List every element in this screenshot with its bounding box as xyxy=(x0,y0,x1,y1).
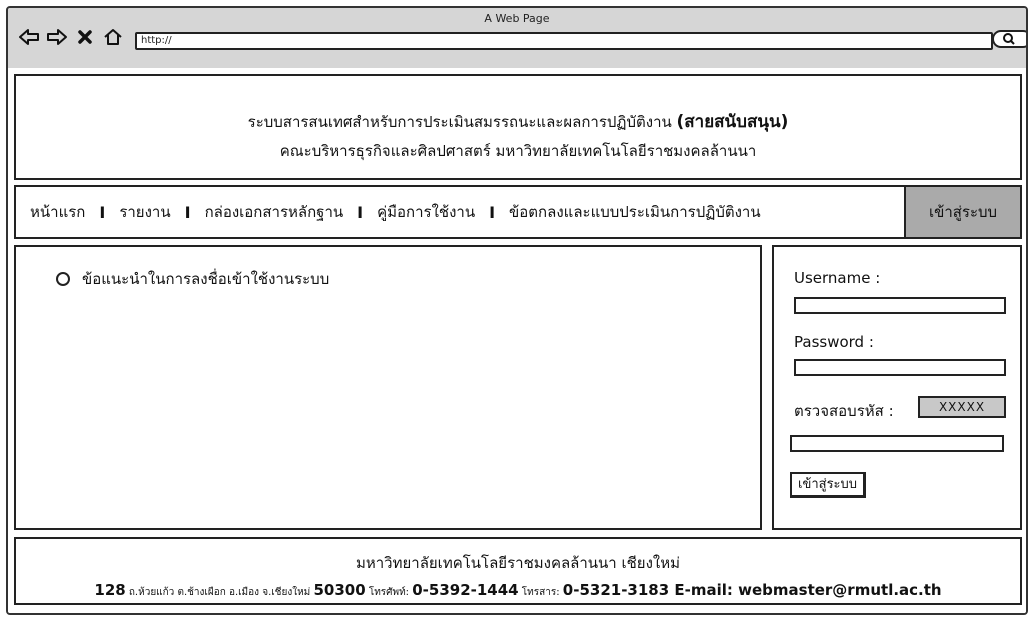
home-icon[interactable] xyxy=(102,26,124,48)
footer-contact: 128 ถ.ห้วยแก้ว ต.ช้างเผือก อ.เมือง จ.เชี… xyxy=(16,581,1020,600)
list-item: ข้อแนะนำในการลงชื่อเข้าใช้งานระบบ xyxy=(56,267,329,291)
main-menu: หน้าแรก I รายงาน I กล่องเอกสารหลักฐาน I … xyxy=(14,185,1022,239)
captcha-field[interactable] xyxy=(790,435,1004,452)
password-field[interactable] xyxy=(794,359,1006,376)
footer-addr-num: 128 xyxy=(94,581,126,599)
footer-fax-label: โทรสาร: xyxy=(518,587,563,598)
bullet-text: ข้อแนะนำในการลงชื่อเข้าใช้งานระบบ xyxy=(82,270,330,288)
main-content: ข้อแนะนำในการลงชื่อเข้าใช้งานระบบ xyxy=(14,245,762,530)
captcha-image: XXXXX xyxy=(918,396,1006,418)
menu-item-agreement[interactable]: ข้อตกลงและแบบประเมินการปฏิบัติงาน xyxy=(495,200,775,224)
browser-chrome: A Web Page http:// xyxy=(8,8,1026,70)
footer-tel-label: โทรศัพท์: xyxy=(365,587,413,598)
site-header: ระบบสารสนเทศสำหรับการประเมินสมรรถนะและผล… xyxy=(14,74,1022,180)
forward-arrow-icon[interactable] xyxy=(46,26,68,48)
menu-item-manual[interactable]: คู่มือการใช้งาน xyxy=(363,200,489,224)
site-footer: มหาวิทยาลัยเทคโนโลยีราชมงคลล้านนา เชียงใ… xyxy=(14,537,1022,605)
footer-university: มหาวิทยาลัยเทคโนโลยีราชมงคลล้านนา เชียงใ… xyxy=(355,554,681,572)
search-icon[interactable] xyxy=(992,30,1026,48)
username-field[interactable] xyxy=(794,297,1006,314)
login-button[interactable]: เข้าสู่ระบบ xyxy=(790,472,867,498)
footer-fax: 0-5321-3183 xyxy=(562,581,670,599)
back-arrow-icon[interactable] xyxy=(18,26,40,48)
captcha-label: ตรวจสอบรหัส : xyxy=(794,402,894,420)
header-title: ระบบสารสนเทศสำหรับการประเมินสมรรถนะและผล… xyxy=(16,108,1020,135)
header-title-text: ระบบสารสนเทศสำหรับการประเมินสมรรถนะและผล… xyxy=(247,113,672,131)
footer-tel: 0-5392-1444 xyxy=(412,581,519,599)
browser-window: A Web Page http:// ระบบสารสนเทศสำหรับการ… xyxy=(6,6,1028,615)
nav-buttons xyxy=(18,26,124,48)
menu-item-home[interactable]: หน้าแรก xyxy=(16,200,99,224)
header-title-bold: (สายสนับสนุน) xyxy=(676,112,789,132)
url-bar[interactable]: http:// xyxy=(135,32,993,50)
window-title: A Web Page xyxy=(484,12,550,25)
password-label: Password : xyxy=(794,333,874,351)
header-subtitle: คณะบริหารธุรกิจและศิลปศาสตร์ มหาวิทยาลัย… xyxy=(279,142,757,160)
page-body: ระบบสารสนเทศสำหรับการประเมินสมรรถนะและผล… xyxy=(8,68,1026,613)
bullet-icon xyxy=(56,272,70,286)
menu-item-evidence-box[interactable]: กล่องเอกสารหลักฐาน xyxy=(191,200,358,224)
login-panel: Username : Password : ตรวจสอบรหัส : XXXX… xyxy=(772,245,1022,530)
footer-email: E-mail: webmaster@rmutl.ac.th xyxy=(669,581,942,599)
close-icon[interactable] xyxy=(74,26,96,48)
menu-item-login[interactable]: เข้าสู่ระบบ xyxy=(904,187,1020,237)
footer-zip: 50300 xyxy=(313,581,366,599)
menu-item-report[interactable]: รายงาน xyxy=(105,200,184,224)
footer-addr-text: ถ.ห้วยแก้ว ต.ช้างเผือก อ.เมือง จ.เชียงให… xyxy=(125,587,314,598)
username-label: Username : xyxy=(794,269,881,287)
